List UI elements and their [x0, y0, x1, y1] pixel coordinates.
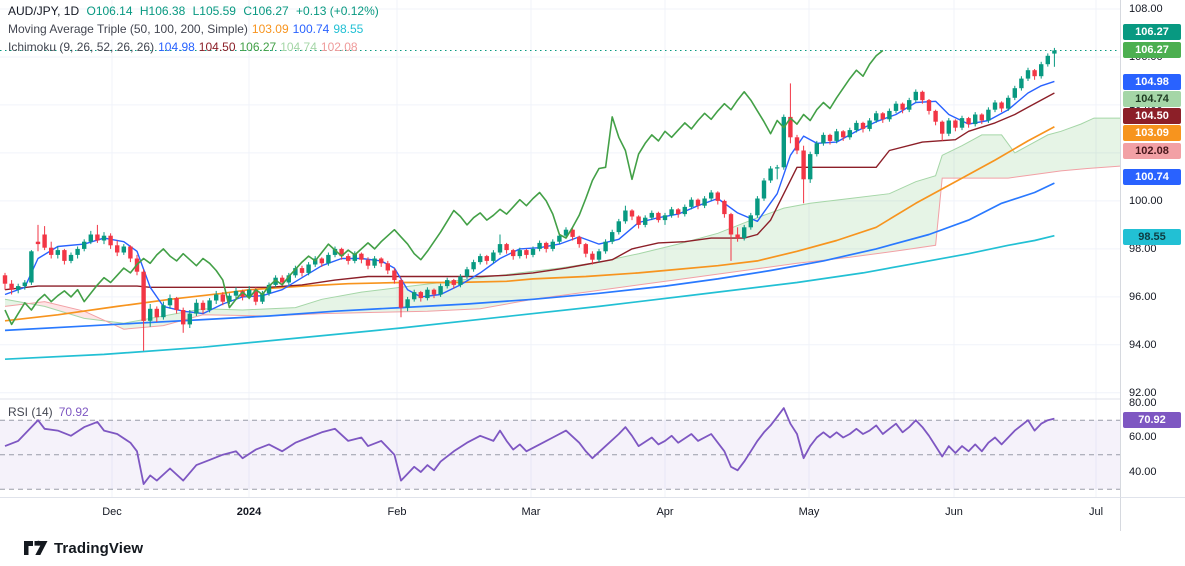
- rsi-tick-label: 40.00: [1129, 465, 1157, 478]
- ohlc-close: C106.27: [243, 4, 289, 18]
- price-axis[interactable]: 108.00106.00104.00102.00100.0098.0096.00…: [1120, 0, 1185, 497]
- ohlc-high: H106.38: [139, 4, 186, 18]
- indicator-value: 104.50: [198, 40, 236, 54]
- tradingview-logo-icon: [24, 540, 48, 555]
- indicator-value: 102.08: [320, 40, 358, 54]
- price-tick-label: 108.00: [1129, 2, 1163, 15]
- senkou-b-badge: 102.08: [1123, 143, 1181, 159]
- time-axis-label: Dec: [102, 506, 122, 518]
- time-axis-label: 2024: [236, 506, 262, 518]
- time-axis-label: Jun: [945, 506, 963, 518]
- time-axis-label: Mar: [521, 506, 541, 518]
- ohlc-open: O106.14: [86, 4, 133, 18]
- axis-corner: [1120, 497, 1185, 531]
- indicator-value: 104.98: [158, 40, 195, 54]
- price-tick-label: 96.00: [1129, 290, 1157, 303]
- symbol-title: AUD/JPY, 1D: [8, 4, 80, 18]
- rsi-indicator-label: RSI (14): [8, 405, 53, 419]
- ma200-badge: 98.55: [1123, 229, 1181, 245]
- ma100-badge: 100.74: [1123, 169, 1181, 185]
- tradingview-chart-window: AUD/JPY, 1D O106.14 H106.38 L105.59 C106…: [0, 0, 1185, 566]
- indicator-value: 98.55: [333, 22, 364, 36]
- indicator-value: 103.09: [251, 22, 289, 36]
- chart-legend: AUD/JPY, 1D O106.14 H106.38 L105.59 C106…: [8, 2, 383, 56]
- rsi-value: 70.92: [58, 405, 89, 419]
- time-axis[interactable]: Dec 2024 Feb Mar Apr May Jun Jul: [0, 497, 1120, 531]
- tradingview-logo-text: TradingView: [54, 539, 144, 557]
- rsi-tick-label: 60.00: [1129, 431, 1157, 444]
- ohlc-low: L105.59: [192, 4, 236, 18]
- rsi-legend-row[interactable]: RSI (14) 70.92: [8, 404, 89, 420]
- ma-indicator-label: Moving Average Triple (50, 100, 200, Sim…: [8, 22, 248, 36]
- indicator-value: 100.74: [292, 22, 330, 36]
- chart-canvas[interactable]: [0, 0, 1120, 530]
- rsi-badge: 70.92: [1123, 412, 1181, 428]
- ma50-badge: 103.09: [1123, 125, 1181, 141]
- ichimoku-indicator-label: Ichimoku (9, 26, 52, 26, 26): [8, 40, 155, 54]
- indicator-value: 104.74: [280, 40, 317, 54]
- last-price-badge: 106.27: [1123, 24, 1181, 40]
- time-axis-label: Feb: [387, 506, 407, 518]
- rsi-tick-label: 80.00: [1129, 396, 1157, 409]
- senkou-a-badge: 104.74: [1123, 91, 1181, 107]
- kijun-badge: 104.50: [1123, 108, 1181, 124]
- tradingview-logo[interactable]: TradingView: [24, 538, 143, 558]
- ohlc-change: +0.13 (+0.12%): [296, 4, 379, 18]
- time-axis-label: Apr: [656, 506, 674, 518]
- indicator-value: 106.27: [239, 40, 277, 54]
- legend-symbol-row[interactable]: AUD/JPY, 1D O106.14 H106.38 L105.59 C106…: [8, 2, 383, 20]
- legend-ma-row[interactable]: Moving Average Triple (50, 100, 200, Sim…: [8, 20, 383, 38]
- time-axis-label: Jul: [1088, 506, 1104, 518]
- price-tick-label: 94.00: [1129, 338, 1157, 351]
- legend-ichimoku-row[interactable]: Ichimoku (9, 26, 52, 26, 26) 104.98 104.50…: [8, 38, 383, 56]
- price-tick-label: 100.00: [1129, 194, 1163, 207]
- tenkan-badge: 104.98: [1123, 74, 1181, 90]
- chikou-badge: 106.27: [1123, 42, 1181, 58]
- time-axis-label: May: [798, 506, 820, 518]
